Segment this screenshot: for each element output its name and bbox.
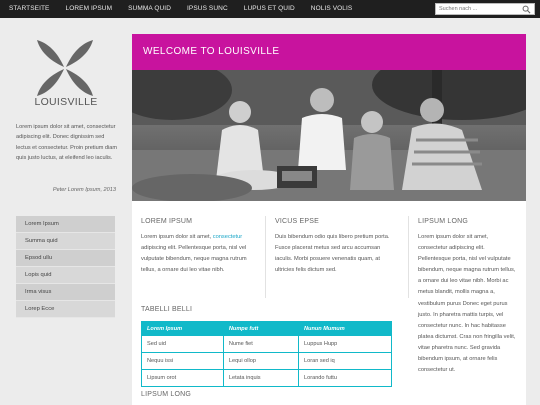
nav-summa-quid[interactable]: SUMMA QUID xyxy=(120,0,179,18)
sidebar-item-irma-visus[interactable]: Irma visus xyxy=(16,284,115,301)
table-header: Numpe futt xyxy=(222,321,300,336)
table-cell: Nume fiet xyxy=(222,335,300,353)
brand-name: LOUISVILLE xyxy=(34,96,98,108)
nav-lupus-et-quid[interactable]: LUPUS ET QUID xyxy=(236,0,303,18)
table-header: Nunun Mumum xyxy=(298,321,392,336)
table-header-row: Lorem Ipsum Numpe futt Nunun Mumum xyxy=(141,321,392,336)
column-text: Duis bibendum odio quis libero pretium p… xyxy=(275,234,390,274)
column-divider xyxy=(265,216,266,298)
hero-image-group-picnic xyxy=(132,70,526,201)
table-row: Sed uid Nume fiet Luppus Hupp xyxy=(141,335,392,353)
sidebar-item-lopis-quid[interactable]: Lopis quid xyxy=(16,267,115,284)
section-title-lipsum-long: LIPSUM LONG xyxy=(141,391,192,398)
louisville-logo-icon xyxy=(37,40,93,96)
search-input[interactable] xyxy=(436,6,520,12)
table-cell: Lequi ollop xyxy=(222,352,300,370)
column-divider xyxy=(408,216,409,298)
nav-lorem-ipsum[interactable]: LOREM IPSUM xyxy=(58,0,121,18)
column-text-part: adipiscing elit. Pellentesque porta, nis… xyxy=(141,245,247,274)
column-text: Lorem ipsum dolor sit amet, consectetur … xyxy=(141,232,259,276)
nav-ipsus-sunc[interactable]: IPSUS SUNC xyxy=(179,0,236,18)
column-text-part: Lorem ipsum dolor sit amet, xyxy=(141,234,213,240)
search-box xyxy=(435,3,535,15)
table-cell: Nequu issi xyxy=(141,352,224,370)
main-nav: STARTSEITE LOREM IPSUM SUMMA QUID IPSUS … xyxy=(0,0,360,18)
hero-photo xyxy=(132,70,526,201)
column-title: VICUS EPSE xyxy=(275,218,320,225)
table-cell: Luppus Hupp xyxy=(298,335,392,353)
table-header: Lorem Ipsum xyxy=(141,321,224,336)
column-lorem-ipsum: LOREM IPSUM Lorem ipsum dolor sit amet, … xyxy=(141,218,259,276)
sidebar-quote-author: Peter Lorem Ipsum, 2013 xyxy=(52,187,116,193)
table-cell: Lipsum orot xyxy=(141,369,224,387)
column-title: LOREM IPSUM xyxy=(141,218,193,225)
welcome-banner: WELCOME TO LOUISVILLE xyxy=(132,34,526,70)
table-row: Lipsum orot Letata inquis Lorando futtu xyxy=(141,369,392,387)
sidebar-intro: Lorem ipsum dolor sit amet, consectetur … xyxy=(16,124,118,162)
sidebar-item-lorem-ipsum[interactable]: Lorem Ipsum xyxy=(16,216,115,233)
column-text: Lorem ipsum dolor sit amet, consectetur … xyxy=(418,234,516,374)
table-cell: Letata inquis xyxy=(222,369,300,387)
table-title: TABELLI BELLI xyxy=(141,306,193,313)
sidebar-item-epsod-ullu[interactable]: Epsod ullu xyxy=(16,250,115,267)
data-table: Lorem Ipsum Numpe futt Nunun Mumum Sed u… xyxy=(141,321,392,387)
consectetur-link[interactable]: consectetur xyxy=(213,234,242,240)
search-icon[interactable] xyxy=(522,5,531,14)
sidebar-item-lorep-ecce[interactable]: Lorep Ecce xyxy=(16,301,115,318)
sidebar: LOUISVILLE Lorem ipsum dolor sit amet, c… xyxy=(0,18,132,405)
main-content: WELCOME TO LOUISVILLE LOREM IPSUM Lorem … xyxy=(132,34,526,405)
column-vicus-epse: VICUS EPSE Duis bibendum odio quis liber… xyxy=(275,218,397,276)
column-lipsum-long: LIPSUM LONG Lorem ipsum dolor sit amet, … xyxy=(418,218,518,376)
sidebar-item-summa-quid[interactable]: Summa quid xyxy=(16,233,115,250)
table-row: Nequu issi Lequi ollop Loran sed iq xyxy=(141,352,392,370)
table-cell: Lorando futtu xyxy=(298,369,392,387)
table-cell: Loran sed iq xyxy=(298,352,392,370)
table-cell: Sed uid xyxy=(141,335,224,353)
sidebar-menu: Lorem Ipsum Summa quid Epsod ullu Lopis … xyxy=(16,216,115,318)
top-navigation-bar: STARTSEITE LOREM IPSUM SUMMA QUID IPSUS … xyxy=(0,0,540,18)
column-title: LIPSUM LONG xyxy=(418,218,469,225)
nav-nolis-volis[interactable]: NOLIS VOLIS xyxy=(303,0,361,18)
nav-startseite[interactable]: STARTSEITE xyxy=(0,0,58,18)
